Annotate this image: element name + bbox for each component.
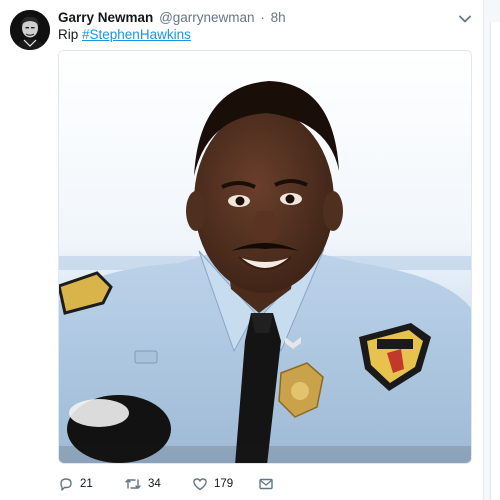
chevron-down-icon bbox=[459, 15, 471, 23]
tweet-header: Garry Newman @garrynewman · 8h bbox=[58, 9, 286, 27]
tweet-text-prefix: Rip bbox=[58, 27, 83, 42]
hashtag-link[interactable]: #StephenHawkins bbox=[82, 27, 191, 42]
direct-message-button[interactable] bbox=[258, 474, 274, 494]
author-handle[interactable]: @garrynewman bbox=[159, 10, 255, 25]
retweet-button[interactable]: 34 bbox=[124, 474, 192, 494]
tweet-card[interactable]: Garry Newman @garrynewman · 8h Rip #Step… bbox=[0, 0, 484, 500]
heart-icon bbox=[193, 478, 207, 491]
reply-count: 21 bbox=[80, 478, 93, 490]
tweet-actions: 21 34 179 bbox=[58, 474, 274, 494]
author-name[interactable]: Garry Newman bbox=[58, 10, 153, 25]
tweet-photo[interactable] bbox=[58, 50, 472, 464]
retweet-count: 34 bbox=[148, 478, 161, 490]
reply-icon bbox=[60, 478, 72, 491]
side-panel-edge bbox=[484, 0, 500, 500]
police-officer-photo bbox=[59, 51, 471, 463]
tweet-timestamp[interactable]: 8h bbox=[271, 10, 286, 25]
tweet-text: Rip #StephenHawkins bbox=[58, 26, 191, 43]
tweet-menu-button[interactable] bbox=[456, 10, 474, 28]
like-count: 179 bbox=[214, 478, 234, 490]
reply-button[interactable]: 21 bbox=[58, 474, 124, 494]
avatar[interactable] bbox=[10, 10, 50, 50]
avatar-image bbox=[10, 10, 50, 50]
envelope-icon bbox=[259, 478, 273, 490]
side-panel-card-edge bbox=[490, 22, 500, 500]
header-separator: · bbox=[260, 10, 265, 25]
retweet-icon bbox=[125, 479, 141, 489]
like-button[interactable]: 179 bbox=[192, 474, 258, 494]
